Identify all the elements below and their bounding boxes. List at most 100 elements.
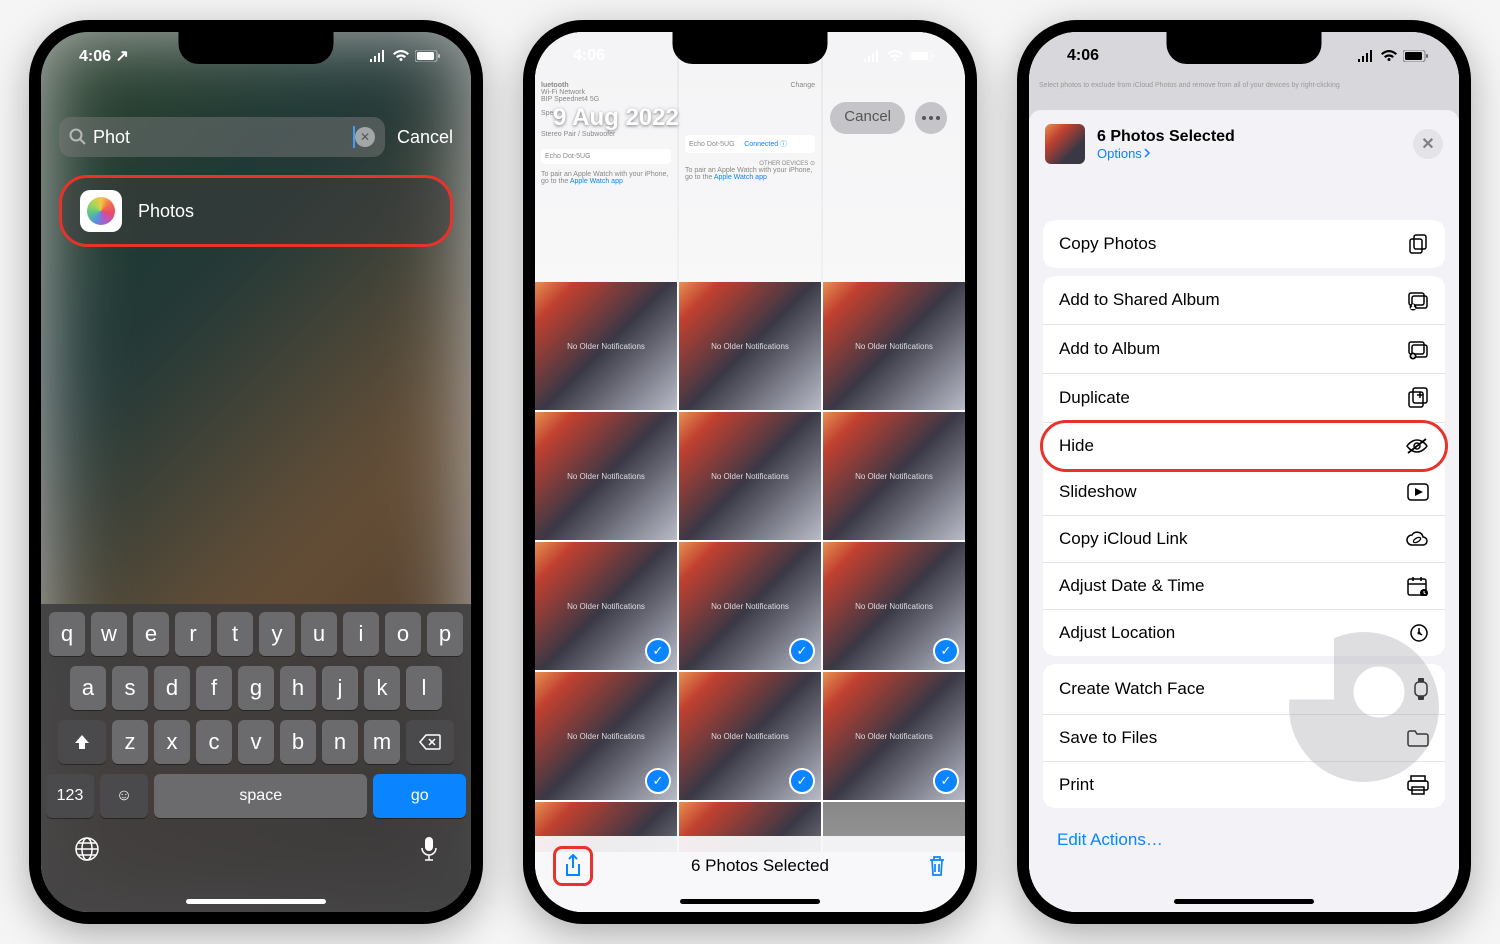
action-label: Add to Shared Album xyxy=(1059,290,1220,310)
close-button[interactable]: ✕ xyxy=(1413,129,1443,159)
notch xyxy=(179,32,334,64)
wifi-icon xyxy=(392,50,410,62)
action-label: Print xyxy=(1059,775,1094,795)
selection-count: 6 Photos Selected xyxy=(691,856,829,876)
photo-thumb[interactable]: No Older Notifications✓ xyxy=(535,542,677,670)
photo-thumb[interactable]: No Older Notifications✓ xyxy=(823,542,965,670)
action-label: Adjust Location xyxy=(1059,623,1175,643)
key-e[interactable]: e xyxy=(133,612,169,656)
action-copy-icloud-link[interactable]: Copy iCloud Link xyxy=(1043,516,1445,563)
numbers-key[interactable]: 123 xyxy=(46,774,94,818)
action-label: Hide xyxy=(1059,436,1094,456)
more-button[interactable] xyxy=(915,102,947,134)
photo-thumb[interactable]: No Older Notifications xyxy=(823,412,965,540)
cancel-button[interactable]: Cancel xyxy=(397,127,453,148)
photo-thumb[interactable]: No Older Notifications xyxy=(679,282,821,410)
key-d[interactable]: d xyxy=(154,666,190,710)
photo-thumb[interactable]: No Older Notifications✓ xyxy=(679,542,821,670)
key-a[interactable]: a xyxy=(70,666,106,710)
photo-thumb[interactable]: No Older Notifications✓ xyxy=(535,672,677,800)
key-t[interactable]: t xyxy=(217,612,253,656)
spotlight-search-field[interactable]: Phot ✕ xyxy=(59,117,385,157)
action-copy-photos[interactable]: Copy Photos xyxy=(1043,220,1445,268)
key-r[interactable]: r xyxy=(175,612,211,656)
home-indicator[interactable] xyxy=(186,899,326,904)
key-q[interactable]: q xyxy=(49,612,85,656)
action-hide[interactable]: Hide xyxy=(1040,420,1448,472)
photo-thumb[interactable]: No Older Notifications xyxy=(535,412,677,540)
action-adjust-date-time[interactable]: Adjust Date & Time xyxy=(1043,563,1445,610)
cellular-icon xyxy=(863,50,881,62)
location-icon xyxy=(1409,623,1429,643)
key-s[interactable]: s xyxy=(112,666,148,710)
key-h[interactable]: h xyxy=(280,666,316,710)
photo-thumb[interactable]: No Older Notifications✓ xyxy=(679,672,821,800)
key-n[interactable]: n xyxy=(322,720,358,764)
search-icon xyxy=(69,128,87,146)
notch xyxy=(673,32,828,64)
mic-icon[interactable] xyxy=(420,836,438,862)
key-p[interactable]: p xyxy=(427,612,463,656)
key-b[interactable]: b xyxy=(280,720,316,764)
options-button[interactable]: Options xyxy=(1097,146,1401,161)
key-u[interactable]: u xyxy=(301,612,337,656)
key-z[interactable]: z xyxy=(112,720,148,764)
go-key[interactable]: go xyxy=(373,774,466,818)
photo-thumb[interactable]: No Older Notifications✓ xyxy=(823,672,965,800)
home-indicator[interactable] xyxy=(1174,899,1314,904)
keyboard[interactable]: qwertyuiop asdfghjkl zxcvbnm 123 ☺ space… xyxy=(41,604,471,912)
hide-icon xyxy=(1405,437,1429,455)
action-add-to-album[interactable]: Add to Album xyxy=(1043,325,1445,374)
duplicate-icon xyxy=(1407,387,1429,409)
battery-icon xyxy=(415,50,441,62)
calendar-icon xyxy=(1407,576,1429,596)
key-c[interactable]: c xyxy=(196,720,232,764)
key-g[interactable]: g xyxy=(238,666,274,710)
photo-thumb[interactable]: No Older Notifications xyxy=(679,412,821,540)
photo-thumb[interactable]: No Older Notifications xyxy=(823,282,965,410)
selection-check-icon: ✓ xyxy=(789,638,815,664)
action-slideshow[interactable]: Slideshow xyxy=(1043,469,1445,516)
key-k[interactable]: k xyxy=(364,666,400,710)
globe-icon[interactable] xyxy=(74,836,100,862)
key-y[interactable]: y xyxy=(259,612,295,656)
share-button[interactable] xyxy=(553,846,593,886)
home-indicator[interactable] xyxy=(680,899,820,904)
play-icon xyxy=(1407,483,1429,501)
key-w[interactable]: w xyxy=(91,612,127,656)
key-l[interactable]: l xyxy=(406,666,442,710)
space-key[interactable]: space xyxy=(154,774,367,818)
copy-icon xyxy=(1407,233,1429,255)
cellular-icon xyxy=(1357,50,1375,62)
phone-1-spotlight: 4:06 ↗ Phot ✕ Cancel Photos xyxy=(29,20,483,924)
action-label: Slideshow xyxy=(1059,482,1137,502)
key-i[interactable]: i xyxy=(343,612,379,656)
header-title: 6 Photos Selected xyxy=(1097,128,1401,146)
share-sheet: 6 Photos Selected Options ✕ Copy Photos … xyxy=(1029,110,1459,912)
key-o[interactable]: o xyxy=(385,612,421,656)
action-add-to-shared-album[interactable]: Add to Shared Album xyxy=(1043,276,1445,325)
action-label: Copy Photos xyxy=(1059,234,1156,254)
key-j[interactable]: j xyxy=(322,666,358,710)
cancel-button[interactable]: Cancel xyxy=(830,102,905,134)
shared-album-icon xyxy=(1407,289,1429,311)
action-label: Adjust Date & Time xyxy=(1059,576,1205,596)
phone-3-share-sheet: Select photos to exclude from iCloud Pho… xyxy=(1017,20,1471,924)
key-x[interactable]: x xyxy=(154,720,190,764)
selection-check-icon: ✓ xyxy=(645,638,671,664)
photo-thumb[interactable]: No Older Notifications xyxy=(535,282,677,410)
clear-text-button[interactable]: ✕ xyxy=(355,127,375,147)
status-time: 4:06 xyxy=(1067,47,1099,65)
key-f[interactable]: f xyxy=(196,666,232,710)
key-m[interactable]: m xyxy=(364,720,400,764)
trash-button[interactable] xyxy=(927,854,947,878)
backspace-key[interactable] xyxy=(406,720,454,764)
shift-key[interactable] xyxy=(58,720,106,764)
emoji-key[interactable]: ☺ xyxy=(100,774,148,818)
location-arrow-icon: ↗ xyxy=(115,48,128,65)
selection-check-icon: ✓ xyxy=(933,638,959,664)
key-v[interactable]: v xyxy=(238,720,274,764)
edit-actions-button[interactable]: Edit Actions… xyxy=(1029,816,1459,864)
action-duplicate[interactable]: Duplicate xyxy=(1043,374,1445,423)
search-result-photos[interactable]: Photos xyxy=(59,175,453,247)
